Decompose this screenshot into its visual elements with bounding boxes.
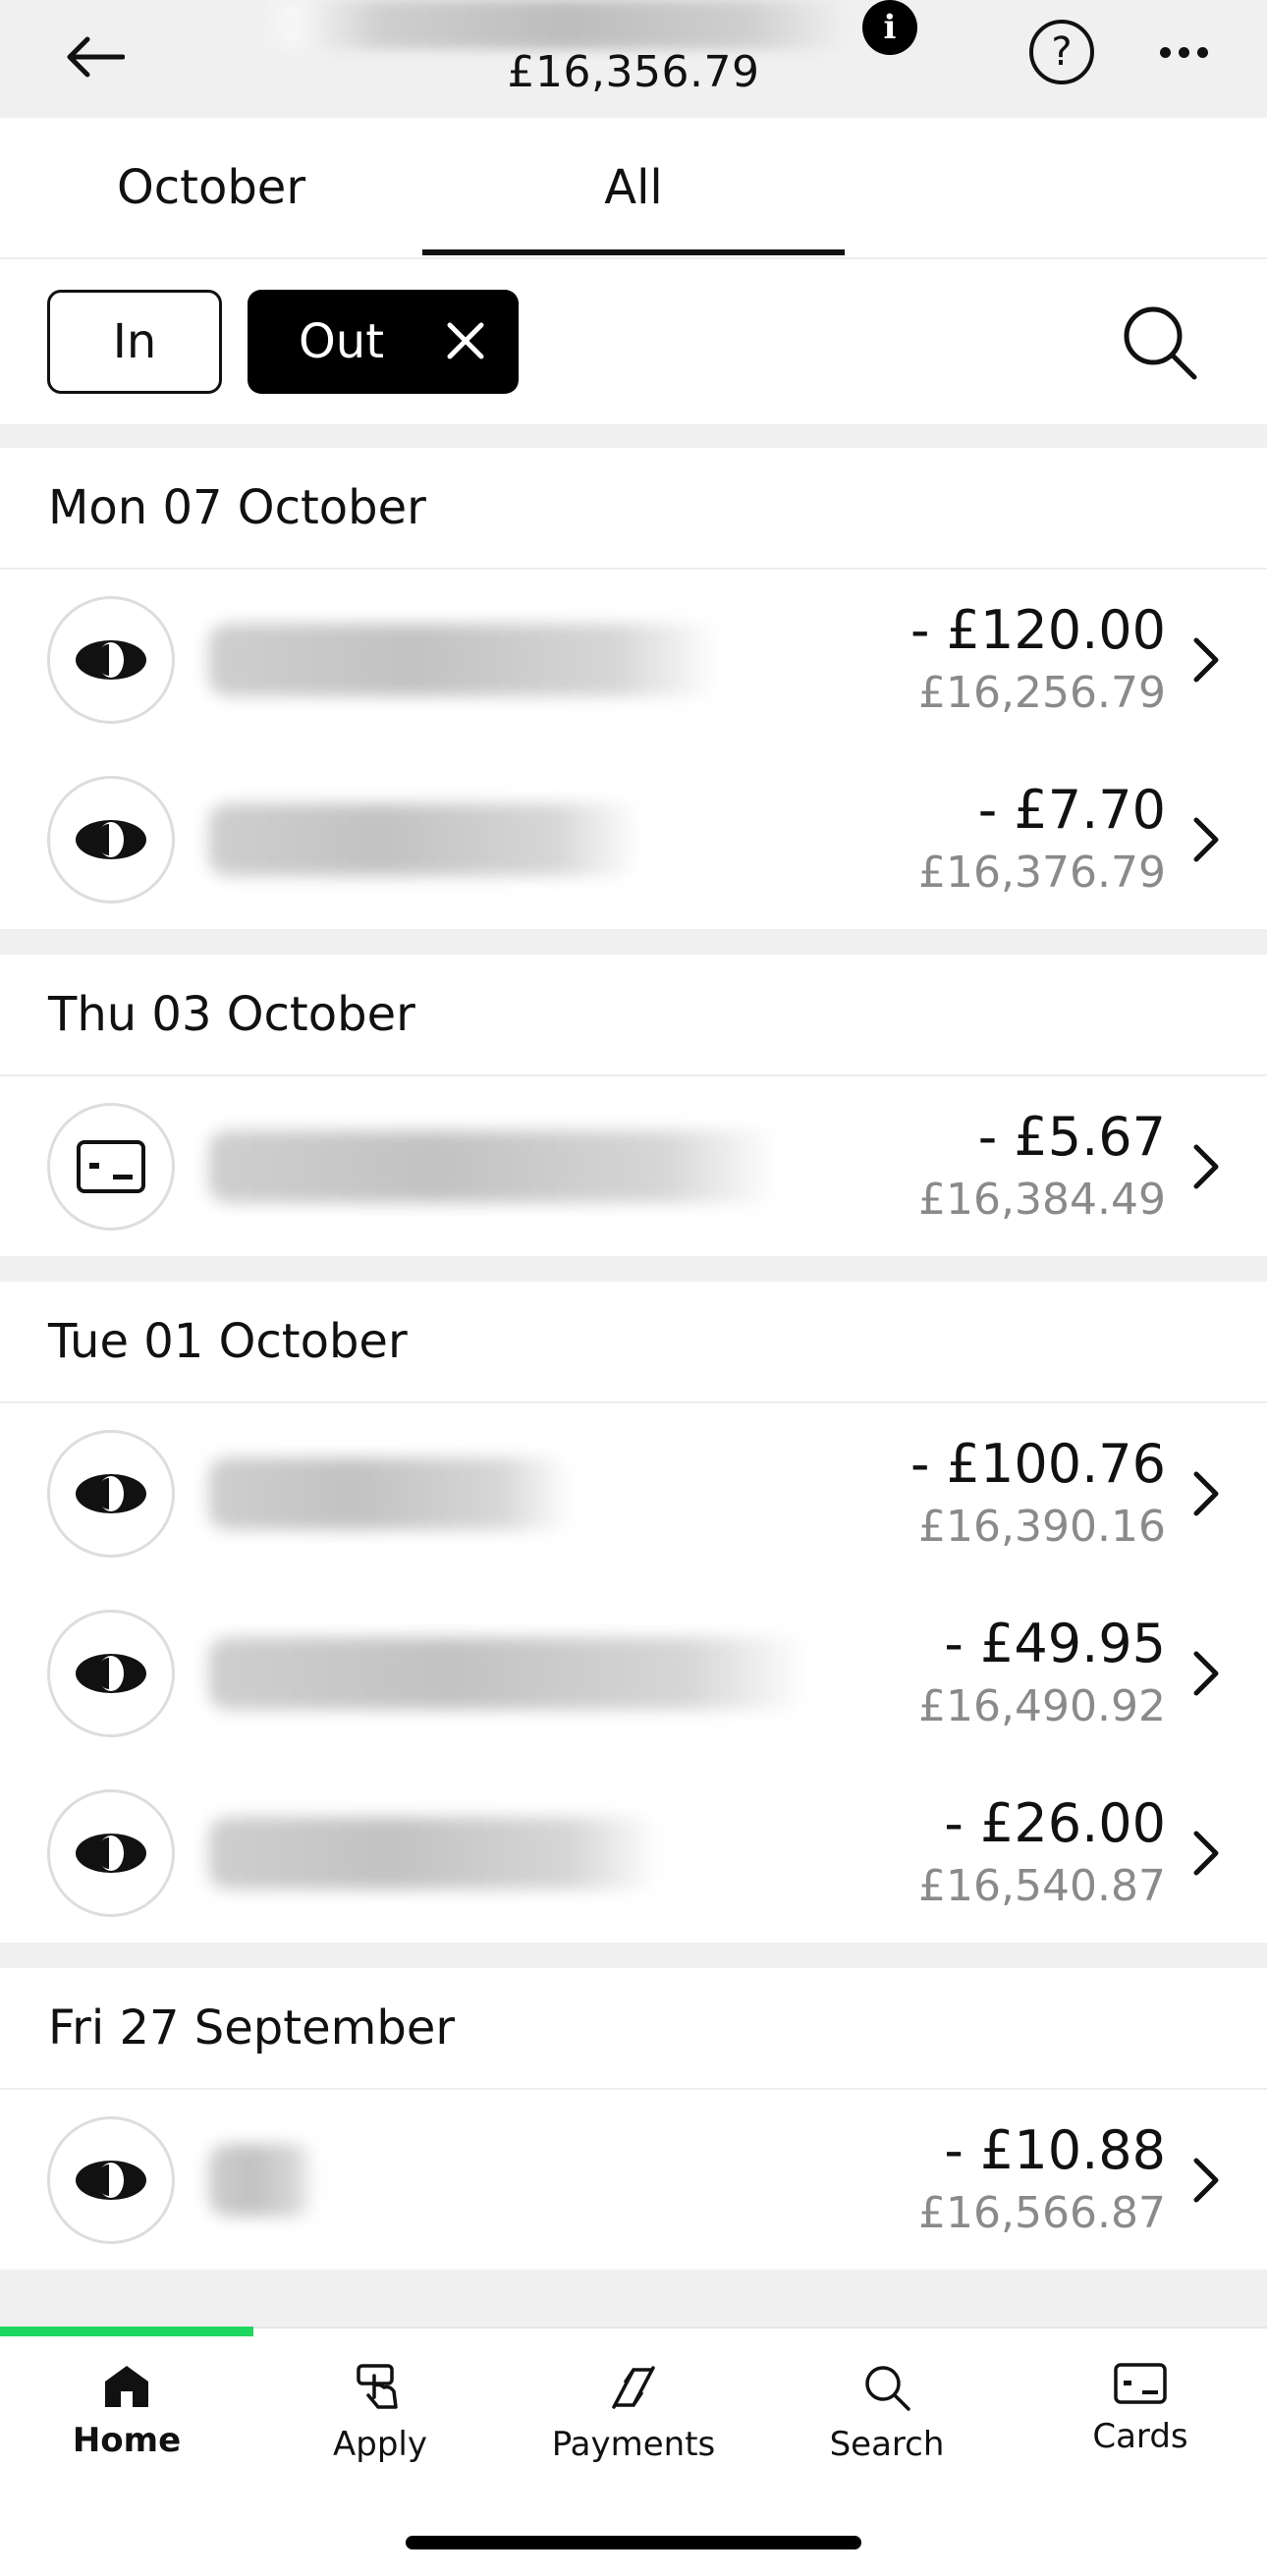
close-icon[interactable] [442, 317, 489, 364]
running-balance: £16,566.87 [918, 2188, 1166, 2238]
transaction-amount: - £120.00 [910, 599, 1166, 661]
transaction-group: Thu 03 October - £5.67 £16,384.49 [0, 955, 1267, 1256]
merchant-name-redacted [208, 1457, 572, 1530]
search-icon [1124, 306, 1197, 380]
transaction-row[interactable]: - £7.70 £16,376.79 [0, 749, 1267, 929]
nav-home[interactable]: Home [0, 2348, 253, 2495]
tap-hand-icon [357, 2364, 398, 2409]
eye-icon [47, 776, 175, 904]
nav-apply-label: Apply [333, 2425, 427, 2464]
transaction-amount: - £100.76 [910, 1433, 1166, 1495]
nav-home-label: Home [72, 2421, 182, 2460]
running-balance: £16,384.49 [918, 1175, 1166, 1225]
running-balance: £16,540.87 [918, 1861, 1166, 1911]
running-balance: £16,256.79 [918, 668, 1166, 718]
nav-payments-label: Payments [551, 2425, 716, 2464]
transaction-amount: - £49.95 [944, 1613, 1166, 1674]
transaction-row[interactable]: - £49.95 £16,490.92 [0, 1583, 1267, 1763]
header: i £16,356.79 ? [0, 0, 1267, 118]
transaction-row[interactable]: - £26.00 £16,540.87 [0, 1763, 1267, 1943]
eye-icon [47, 596, 175, 724]
nav-cards[interactable]: Cards [1014, 2348, 1267, 2495]
filter-in-chip[interactable]: In [47, 290, 222, 394]
filter-out-chip[interactable]: Out [248, 290, 519, 394]
nav-search-label: Search [829, 2425, 945, 2464]
transaction-amount: - £26.00 [944, 1792, 1166, 1854]
card-icon [1114, 2363, 1167, 2404]
tab-all[interactable]: All [422, 118, 845, 257]
more-options-button[interactable] [1139, 18, 1228, 86]
chevron-right-icon [1193, 1651, 1219, 1696]
home-icon [105, 2366, 148, 2407]
transaction-row[interactable]: - £100.76 £16,390.16 [0, 1403, 1267, 1583]
tab-october[interactable]: October [0, 118, 422, 257]
transaction-group: Tue 01 October - £100.76 £16,390.16 - £4… [0, 1282, 1267, 1943]
chevron-right-icon [1193, 1471, 1219, 1516]
nav-cards-label: Cards [1092, 2417, 1188, 2456]
merchant-name-redacted [208, 1130, 778, 1203]
transaction-group: Fri 27 September - £10.88 £16,566.87 [0, 1968, 1267, 2270]
running-balance: £16,376.79 [918, 848, 1166, 898]
merchant-name-redacted [208, 1817, 660, 1890]
running-balance: £16,390.16 [918, 1502, 1166, 1552]
date-header: Mon 07 October [0, 448, 1267, 570]
card-icon [47, 1103, 175, 1231]
eye-icon [47, 2116, 175, 2244]
transaction-amount: - £5.67 [977, 1106, 1166, 1168]
merchant-name-redacted [208, 803, 640, 876]
eye-icon [47, 1430, 175, 1558]
ellipsis-icon [1156, 43, 1212, 62]
eye-icon [47, 1610, 175, 1737]
nav-search[interactable]: Search [760, 2348, 1014, 2495]
active-tab-indicator [422, 249, 845, 255]
merchant-name-redacted [208, 2144, 316, 2217]
filter-bar: In Out [0, 259, 1267, 424]
chevron-right-icon [1193, 1831, 1219, 1876]
date-header: Fri 27 September [0, 1968, 1267, 2090]
filter-out-label: Out [299, 314, 385, 369]
merchant-name-redacted [208, 624, 719, 696]
date-header: Thu 03 October [0, 955, 1267, 1076]
search-transactions-button[interactable] [1116, 299, 1204, 387]
payments-arrows-icon [612, 2366, 655, 2409]
transaction-row[interactable]: - £5.67 £16,384.49 [0, 1076, 1267, 1256]
nav-apply[interactable]: Apply [253, 2348, 507, 2495]
help-button[interactable]: ? [1029, 20, 1094, 84]
transaction-row[interactable]: - £10.88 £16,566.87 [0, 2090, 1267, 2270]
chevron-right-icon [1193, 817, 1219, 862]
period-tabs: October All [0, 118, 1267, 259]
transaction-amount: - £10.88 [944, 2119, 1166, 2181]
chevron-right-icon [1193, 637, 1219, 683]
home-indicator [406, 2536, 861, 2549]
search-icon [865, 2366, 910, 2411]
transaction-group: Mon 07 October - £120.00 £16,256.79 - £7… [0, 448, 1267, 929]
merchant-name-redacted [208, 1637, 807, 1710]
transaction-row[interactable]: - £120.00 £16,256.79 [0, 570, 1267, 749]
active-nav-indicator [0, 2327, 253, 2336]
chevron-right-icon [1193, 1144, 1219, 1189]
nav-payments[interactable]: Payments [507, 2348, 760, 2495]
question-icon: ? [1051, 29, 1073, 75]
account-name-redacted [260, 0, 869, 49]
chevron-right-icon [1193, 2158, 1219, 2203]
running-balance: £16,490.92 [918, 1681, 1166, 1731]
date-header: Tue 01 October [0, 1282, 1267, 1403]
eye-icon [47, 1789, 175, 1917]
transaction-amount: - £7.70 [977, 779, 1166, 841]
